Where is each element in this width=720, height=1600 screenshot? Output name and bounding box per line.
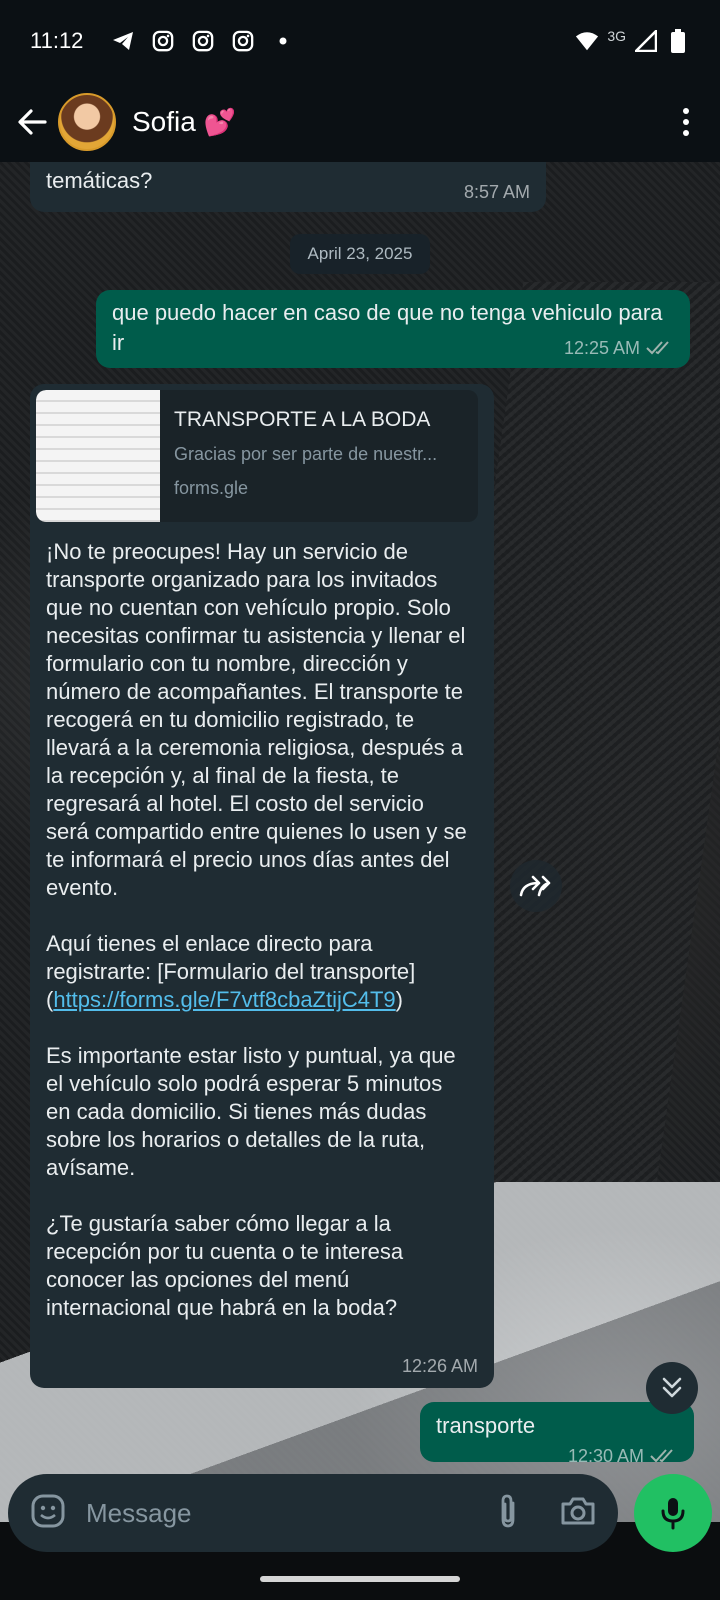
link-preview-thumbnail: [36, 390, 160, 522]
chat-area[interactable]: internacional o detalles sobre las activ…: [0, 162, 720, 1462]
link-preview-description: Gracias por ser parte de nuestr...: [174, 444, 438, 464]
scroll-to-bottom-button[interactable]: [646, 1362, 698, 1414]
contact-name[interactable]: Sofia 💕: [132, 106, 236, 138]
message-input[interactable]: Message: [86, 1498, 192, 1529]
mic-icon: [661, 1498, 685, 1530]
message-incoming[interactable]: internacional o detalles sobre las activ…: [30, 162, 546, 212]
instagram-icon: [191, 29, 215, 53]
double-chevron-down-icon: [662, 1377, 682, 1398]
system-nav-bar: [0, 1560, 720, 1600]
camera-icon[interactable]: [560, 1496, 596, 1531]
wifi-icon: [575, 29, 599, 53]
instagram-icon: [151, 29, 175, 53]
instagram-icon: [231, 29, 255, 53]
dot-icon: [271, 29, 295, 53]
battery-icon: [666, 29, 690, 53]
message-incoming[interactable]: TRANSPORTE A LA BODA Gracias por ser par…: [30, 384, 494, 1388]
forward-icon: [519, 875, 551, 897]
double-check-icon: [650, 1449, 673, 1462]
status-bar: 11:12 3G: [0, 0, 720, 82]
attach-icon[interactable]: [496, 1493, 520, 1534]
date-separator: April 23, 2025: [290, 234, 430, 274]
message-outgoing[interactable]: transporte 12:30 AM: [420, 1402, 694, 1462]
chat-header: Sofia 💕: [0, 82, 720, 162]
signal-icon: [634, 29, 658, 53]
forward-button[interactable]: [510, 860, 562, 912]
telegram-icon: [111, 29, 135, 53]
more-options-button[interactable]: [666, 102, 706, 142]
message-outgoing[interactable]: que puedo hacer en caso de que no tenga …: [96, 290, 690, 368]
more-vert-icon: [683, 108, 689, 114]
mic-button[interactable]: [634, 1474, 712, 1552]
form-link[interactable]: https://forms.gle/F7vtf8cbaZtijC4T9: [53, 987, 395, 1012]
avatar[interactable]: [58, 93, 116, 151]
message-paragraph: ¿Te gustaría saber cómo llegar a la rece…: [46, 1211, 404, 1320]
double-check-icon: [646, 341, 669, 355]
message-time: 12:30 AM: [567, 1446, 644, 1462]
message-input-bar[interactable]: Message: [8, 1474, 618, 1552]
back-button[interactable]: [14, 104, 50, 140]
link-preview-domain: forms.gle: [174, 478, 249, 498]
message-text: transporte: [436, 1413, 536, 1438]
contact-name-text: Sofia: [132, 106, 196, 137]
message-text: internacional o detalles sobre las activ…: [46, 162, 483, 193]
message-paragraph: ¡No te preocupes! Hay un servicio de tra…: [46, 539, 467, 900]
status-time: 11:12: [30, 28, 84, 53]
emoji-icon[interactable]: [30, 1493, 66, 1534]
message-time: 8:57 AM: [463, 182, 530, 202]
home-gesture-handle[interactable]: [260, 1576, 460, 1582]
message-paragraph: Es importante estar listo y puntual, ya …: [46, 1043, 456, 1180]
network-type: 3G: [607, 28, 626, 44]
message-time: 12:25 AM: [563, 338, 640, 358]
heart-emoji: 💕: [203, 106, 237, 137]
link-preview-card[interactable]: TRANSPORTE A LA BODA Gracias por ser par…: [36, 390, 478, 522]
message-time: 12:26 AM: [401, 1356, 478, 1376]
back-arrow-icon: [18, 109, 47, 135]
link-preview-title: TRANSPORTE A LA BODA: [174, 408, 431, 431]
message-paragraph-link: Aquí tienes el enlace directo para regis…: [46, 931, 416, 1012]
